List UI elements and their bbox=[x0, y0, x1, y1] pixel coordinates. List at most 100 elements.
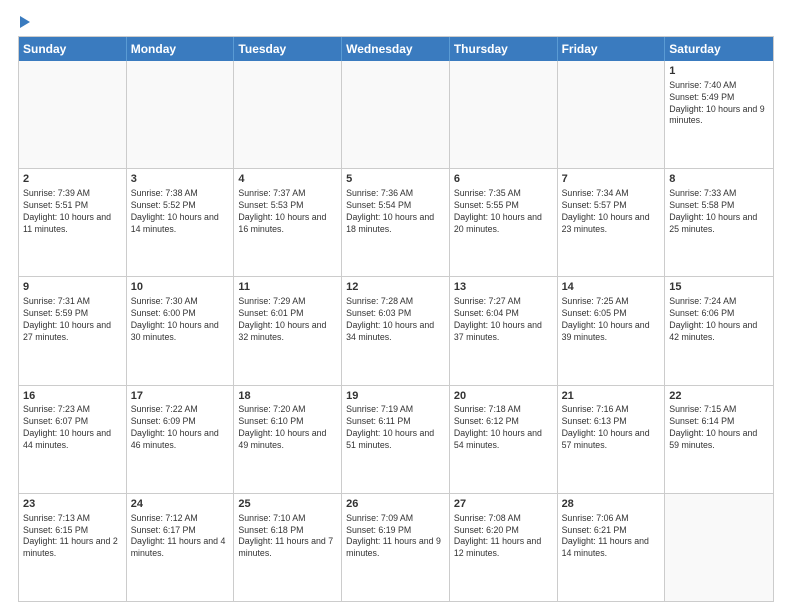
calendar-day-3: 3Sunrise: 7:38 AM Sunset: 5:52 PM Daylig… bbox=[127, 169, 235, 276]
day-info: Sunrise: 7:28 AM Sunset: 6:03 PM Dayligh… bbox=[346, 296, 445, 344]
calendar-day-25: 25Sunrise: 7:10 AM Sunset: 6:18 PM Dayli… bbox=[234, 494, 342, 601]
day-info: Sunrise: 7:24 AM Sunset: 6:06 PM Dayligh… bbox=[669, 296, 769, 344]
header bbox=[18, 16, 774, 28]
day-number: 28 bbox=[562, 497, 661, 512]
calendar-day-1: 1Sunrise: 7:40 AM Sunset: 5:49 PM Daylig… bbox=[665, 61, 773, 168]
day-number: 20 bbox=[454, 389, 553, 404]
day-number: 16 bbox=[23, 389, 122, 404]
day-info: Sunrise: 7:25 AM Sunset: 6:05 PM Dayligh… bbox=[562, 296, 661, 344]
day-number: 1 bbox=[669, 64, 769, 79]
day-number: 27 bbox=[454, 497, 553, 512]
calendar-day-21: 21Sunrise: 7:16 AM Sunset: 6:13 PM Dayli… bbox=[558, 386, 666, 493]
calendar-day-26: 26Sunrise: 7:09 AM Sunset: 6:19 PM Dayli… bbox=[342, 494, 450, 601]
day-number: 21 bbox=[562, 389, 661, 404]
calendar-day-13: 13Sunrise: 7:27 AM Sunset: 6:04 PM Dayli… bbox=[450, 277, 558, 384]
calendar-day-5: 5Sunrise: 7:36 AM Sunset: 5:54 PM Daylig… bbox=[342, 169, 450, 276]
day-number: 8 bbox=[669, 172, 769, 187]
day-number: 25 bbox=[238, 497, 337, 512]
day-header-friday: Friday bbox=[558, 37, 666, 61]
logo-triangle-icon bbox=[20, 16, 30, 28]
day-info: Sunrise: 7:37 AM Sunset: 5:53 PM Dayligh… bbox=[238, 188, 337, 236]
day-number: 9 bbox=[23, 280, 122, 295]
day-info: Sunrise: 7:19 AM Sunset: 6:11 PM Dayligh… bbox=[346, 404, 445, 452]
page: SundayMondayTuesdayWednesdayThursdayFrid… bbox=[0, 0, 792, 612]
calendar-day-19: 19Sunrise: 7:19 AM Sunset: 6:11 PM Dayli… bbox=[342, 386, 450, 493]
calendar-day-10: 10Sunrise: 7:30 AM Sunset: 6:00 PM Dayli… bbox=[127, 277, 235, 384]
day-number: 23 bbox=[23, 497, 122, 512]
day-header-wednesday: Wednesday bbox=[342, 37, 450, 61]
day-info: Sunrise: 7:08 AM Sunset: 6:20 PM Dayligh… bbox=[454, 513, 553, 561]
day-number: 3 bbox=[131, 172, 230, 187]
day-info: Sunrise: 7:12 AM Sunset: 6:17 PM Dayligh… bbox=[131, 513, 230, 561]
day-info: Sunrise: 7:13 AM Sunset: 6:15 PM Dayligh… bbox=[23, 513, 122, 561]
calendar-day-17: 17Sunrise: 7:22 AM Sunset: 6:09 PM Dayli… bbox=[127, 386, 235, 493]
day-info: Sunrise: 7:20 AM Sunset: 6:10 PM Dayligh… bbox=[238, 404, 337, 452]
calendar-day-15: 15Sunrise: 7:24 AM Sunset: 6:06 PM Dayli… bbox=[665, 277, 773, 384]
day-number: 13 bbox=[454, 280, 553, 295]
calendar-day-16: 16Sunrise: 7:23 AM Sunset: 6:07 PM Dayli… bbox=[19, 386, 127, 493]
calendar-empty-cell bbox=[342, 61, 450, 168]
day-info: Sunrise: 7:27 AM Sunset: 6:04 PM Dayligh… bbox=[454, 296, 553, 344]
calendar-empty-cell bbox=[127, 61, 235, 168]
calendar-day-4: 4Sunrise: 7:37 AM Sunset: 5:53 PM Daylig… bbox=[234, 169, 342, 276]
day-number: 24 bbox=[131, 497, 230, 512]
calendar-day-20: 20Sunrise: 7:18 AM Sunset: 6:12 PM Dayli… bbox=[450, 386, 558, 493]
calendar-empty-cell bbox=[665, 494, 773, 601]
day-number: 11 bbox=[238, 280, 337, 295]
day-number: 18 bbox=[238, 389, 337, 404]
calendar-empty-cell bbox=[19, 61, 127, 168]
logo bbox=[18, 16, 30, 28]
day-number: 15 bbox=[669, 280, 769, 295]
calendar-day-14: 14Sunrise: 7:25 AM Sunset: 6:05 PM Dayli… bbox=[558, 277, 666, 384]
day-number: 12 bbox=[346, 280, 445, 295]
calendar-row-2: 2Sunrise: 7:39 AM Sunset: 5:51 PM Daylig… bbox=[19, 169, 773, 277]
calendar-empty-cell bbox=[450, 61, 558, 168]
day-number: 19 bbox=[346, 389, 445, 404]
calendar-day-23: 23Sunrise: 7:13 AM Sunset: 6:15 PM Dayli… bbox=[19, 494, 127, 601]
day-number: 6 bbox=[454, 172, 553, 187]
calendar-body: 1Sunrise: 7:40 AM Sunset: 5:49 PM Daylig… bbox=[19, 61, 773, 601]
day-info: Sunrise: 7:35 AM Sunset: 5:55 PM Dayligh… bbox=[454, 188, 553, 236]
day-info: Sunrise: 7:31 AM Sunset: 5:59 PM Dayligh… bbox=[23, 296, 122, 344]
day-info: Sunrise: 7:22 AM Sunset: 6:09 PM Dayligh… bbox=[131, 404, 230, 452]
calendar-day-24: 24Sunrise: 7:12 AM Sunset: 6:17 PM Dayli… bbox=[127, 494, 235, 601]
calendar-day-6: 6Sunrise: 7:35 AM Sunset: 5:55 PM Daylig… bbox=[450, 169, 558, 276]
day-info: Sunrise: 7:30 AM Sunset: 6:00 PM Dayligh… bbox=[131, 296, 230, 344]
calendar-day-2: 2Sunrise: 7:39 AM Sunset: 5:51 PM Daylig… bbox=[19, 169, 127, 276]
day-number: 5 bbox=[346, 172, 445, 187]
day-info: Sunrise: 7:06 AM Sunset: 6:21 PM Dayligh… bbox=[562, 513, 661, 561]
calendar: SundayMondayTuesdayWednesdayThursdayFrid… bbox=[18, 36, 774, 602]
day-info: Sunrise: 7:10 AM Sunset: 6:18 PM Dayligh… bbox=[238, 513, 337, 561]
day-info: Sunrise: 7:09 AM Sunset: 6:19 PM Dayligh… bbox=[346, 513, 445, 561]
day-number: 10 bbox=[131, 280, 230, 295]
calendar-row-1: 1Sunrise: 7:40 AM Sunset: 5:49 PM Daylig… bbox=[19, 61, 773, 169]
day-info: Sunrise: 7:38 AM Sunset: 5:52 PM Dayligh… bbox=[131, 188, 230, 236]
calendar-day-27: 27Sunrise: 7:08 AM Sunset: 6:20 PM Dayli… bbox=[450, 494, 558, 601]
calendar-day-18: 18Sunrise: 7:20 AM Sunset: 6:10 PM Dayli… bbox=[234, 386, 342, 493]
day-header-tuesday: Tuesday bbox=[234, 37, 342, 61]
calendar-day-7: 7Sunrise: 7:34 AM Sunset: 5:57 PM Daylig… bbox=[558, 169, 666, 276]
day-number: 26 bbox=[346, 497, 445, 512]
day-info: Sunrise: 7:23 AM Sunset: 6:07 PM Dayligh… bbox=[23, 404, 122, 452]
day-info: Sunrise: 7:33 AM Sunset: 5:58 PM Dayligh… bbox=[669, 188, 769, 236]
day-number: 2 bbox=[23, 172, 122, 187]
day-info: Sunrise: 7:39 AM Sunset: 5:51 PM Dayligh… bbox=[23, 188, 122, 236]
day-number: 7 bbox=[562, 172, 661, 187]
day-header-saturday: Saturday bbox=[665, 37, 773, 61]
calendar-day-22: 22Sunrise: 7:15 AM Sunset: 6:14 PM Dayli… bbox=[665, 386, 773, 493]
day-number: 4 bbox=[238, 172, 337, 187]
calendar-day-28: 28Sunrise: 7:06 AM Sunset: 6:21 PM Dayli… bbox=[558, 494, 666, 601]
day-number: 17 bbox=[131, 389, 230, 404]
calendar-row-3: 9Sunrise: 7:31 AM Sunset: 5:59 PM Daylig… bbox=[19, 277, 773, 385]
day-info: Sunrise: 7:36 AM Sunset: 5:54 PM Dayligh… bbox=[346, 188, 445, 236]
day-info: Sunrise: 7:15 AM Sunset: 6:14 PM Dayligh… bbox=[669, 404, 769, 452]
day-number: 14 bbox=[562, 280, 661, 295]
calendar-empty-cell bbox=[558, 61, 666, 168]
day-header-monday: Monday bbox=[127, 37, 235, 61]
day-info: Sunrise: 7:16 AM Sunset: 6:13 PM Dayligh… bbox=[562, 404, 661, 452]
day-info: Sunrise: 7:18 AM Sunset: 6:12 PM Dayligh… bbox=[454, 404, 553, 452]
calendar-empty-cell bbox=[234, 61, 342, 168]
calendar-day-11: 11Sunrise: 7:29 AM Sunset: 6:01 PM Dayli… bbox=[234, 277, 342, 384]
calendar-row-4: 16Sunrise: 7:23 AM Sunset: 6:07 PM Dayli… bbox=[19, 386, 773, 494]
day-info: Sunrise: 7:29 AM Sunset: 6:01 PM Dayligh… bbox=[238, 296, 337, 344]
